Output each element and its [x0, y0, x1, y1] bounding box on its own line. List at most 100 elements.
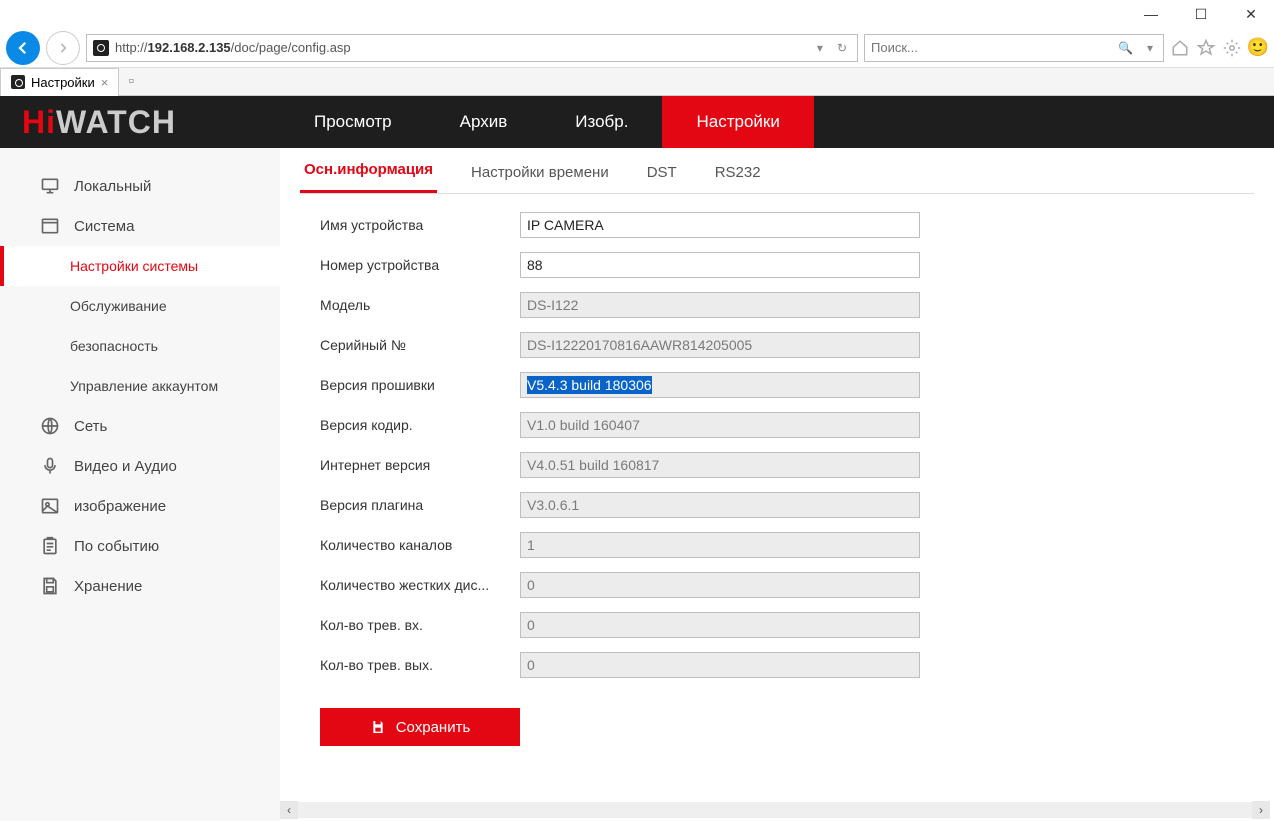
field-label: Номер устройства: [320, 257, 520, 273]
readonly-field: 0: [520, 652, 920, 678]
sidebar-item-label: По событию: [74, 538, 159, 555]
window-close-button[interactable]: ✕: [1236, 4, 1266, 24]
readonly-field: V3.0.6.1: [520, 492, 920, 518]
url-text: http://192.168.2.135/doc/page/config.asp: [115, 40, 807, 55]
sidebar-item[interactable]: Видео и Аудио: [0, 446, 280, 486]
browser-forward-button[interactable]: [46, 31, 80, 65]
readonly-field: 0: [520, 572, 920, 598]
field-label: Версия кодир.: [320, 417, 520, 433]
refresh-icon[interactable]: ↻: [833, 41, 851, 55]
readonly-field: DS-I12220170816AAWR814205005: [520, 332, 920, 358]
new-tab-button[interactable]: ▫: [119, 73, 143, 91]
field-label: Количество жестких дис...: [320, 577, 520, 593]
sidebar-item[interactable]: Система: [0, 206, 280, 246]
sidebar-item-label: Хранение: [74, 578, 142, 595]
monitor-icon: [40, 176, 60, 196]
search-input[interactable]: [871, 40, 1108, 55]
field-label: Кол-во трев. вх.: [320, 617, 520, 633]
sidebar-item[interactable]: Обслуживание: [0, 286, 280, 326]
scroll-left-icon[interactable]: ‹: [280, 801, 298, 819]
field-label: Версия плагина: [320, 497, 520, 513]
sidebar-item[interactable]: По событию: [0, 526, 280, 566]
sidebar-item-label: Система: [74, 218, 134, 235]
sidebar-item[interactable]: безопасность: [0, 326, 280, 366]
field-label: Кол-во трев. вых.: [320, 657, 520, 673]
field-label: Модель: [320, 297, 520, 313]
dropdown-icon[interactable]: ▾: [813, 41, 827, 55]
form-row: Кол-во трев. вх.0: [320, 612, 1234, 638]
readonly-field: DS-I122: [520, 292, 920, 318]
text-input[interactable]: IP CAMERA: [520, 212, 920, 238]
browser-search[interactable]: 🔍 ▾: [864, 34, 1164, 62]
sidebar-item[interactable]: Локальный: [0, 166, 280, 206]
form-row: Количество каналов1: [320, 532, 1234, 558]
sub-tab[interactable]: DST: [643, 164, 681, 193]
sub-tab[interactable]: Осн.информация: [300, 161, 437, 193]
readonly-field: V4.0.51 build 160817: [520, 452, 920, 478]
field-label: Интернет версия: [320, 457, 520, 473]
readonly-field: 1: [520, 532, 920, 558]
form-row: Количество жестких дис...0: [320, 572, 1234, 598]
home-icon[interactable]: [1170, 38, 1190, 58]
scroll-track[interactable]: [298, 802, 1252, 818]
window-maximize-button[interactable]: ☐: [1186, 4, 1216, 24]
topnav-item[interactable]: Настройки: [662, 96, 813, 148]
field-label: Количество каналов: [320, 537, 520, 553]
sidebar-item-label: Обслуживание: [70, 298, 167, 314]
clipboard-icon: [40, 536, 60, 556]
tab-close-icon[interactable]: ×: [101, 75, 109, 90]
sidebar-item-label: Настройки системы: [70, 258, 198, 274]
sidebar-item[interactable]: Настройки системы: [0, 246, 280, 286]
field-label: Версия прошивки: [320, 377, 520, 393]
tab-favicon: [11, 75, 25, 89]
sidebar-item-label: Локальный: [74, 178, 151, 195]
text-input[interactable]: 88: [520, 252, 920, 278]
search-icon[interactable]: 🔍: [1114, 41, 1137, 55]
sub-tab[interactable]: RS232: [711, 164, 765, 193]
settings-icon[interactable]: [1222, 38, 1242, 58]
horizontal-scrollbar[interactable]: ‹ ›: [280, 801, 1270, 819]
sidebar-item-label: Видео и Аудио: [74, 458, 177, 475]
sidebar-item-label: безопасность: [70, 338, 158, 354]
sidebar-item[interactable]: Сеть: [0, 406, 280, 446]
field-label: Серийный №: [320, 337, 520, 353]
sidebar-item[interactable]: Хранение: [0, 566, 280, 606]
sub-tab[interactable]: Настройки времени: [467, 164, 613, 193]
form-row: Версия кодир.V1.0 build 160407: [320, 412, 1234, 438]
form-row: Кол-во трев. вых.0: [320, 652, 1234, 678]
image-icon: [40, 496, 60, 516]
address-bar[interactable]: http://192.168.2.135/doc/page/config.asp…: [86, 34, 858, 62]
topnav-item[interactable]: Изобр.: [541, 96, 662, 148]
sidebar-item[interactable]: Управление аккаунтом: [0, 366, 280, 406]
form-row: Номер устройства88: [320, 252, 1234, 278]
field-label: Имя устройства: [320, 217, 520, 233]
tab-title: Настройки: [31, 75, 95, 90]
form-row: Серийный №DS-I12220170816AAWR814205005: [320, 332, 1234, 358]
browser-back-button[interactable]: [6, 31, 40, 65]
form-row: Имя устройстваIP CAMERA: [320, 212, 1234, 238]
topnav-item[interactable]: Архив: [426, 96, 542, 148]
window-icon: [40, 216, 60, 236]
logo: HiWATCH: [0, 104, 280, 141]
sidebar-item-label: изображение: [74, 498, 166, 515]
save-button[interactable]: Сохранить: [320, 708, 520, 746]
form-row: Версия плагинаV3.0.6.1: [320, 492, 1234, 518]
sidebar-item-label: Сеть: [74, 418, 107, 435]
scroll-right-icon[interactable]: ›: [1252, 801, 1270, 819]
mic-icon: [40, 456, 60, 476]
globe-icon: [40, 416, 60, 436]
readonly-field: V1.0 build 160407: [520, 412, 920, 438]
window-minimize-button[interactable]: —: [1136, 4, 1166, 24]
sidebar-item-label: Управление аккаунтом: [70, 378, 218, 394]
save-icon: [40, 576, 60, 596]
search-dropdown-icon[interactable]: ▾: [1143, 41, 1157, 55]
save-button-label: Сохранить: [396, 719, 471, 736]
sidebar-item[interactable]: изображение: [0, 486, 280, 526]
site-icon: [93, 40, 109, 56]
emoji-icon[interactable]: 🙂: [1248, 38, 1268, 58]
form-row: Версия прошивкиV5.4.3 build 180306: [320, 372, 1234, 398]
topnav-item[interactable]: Просмотр: [280, 96, 426, 148]
browser-tab[interactable]: Настройки ×: [0, 68, 119, 96]
form-row: Интернет версияV4.0.51 build 160817: [320, 452, 1234, 478]
favorites-icon[interactable]: [1196, 38, 1216, 58]
